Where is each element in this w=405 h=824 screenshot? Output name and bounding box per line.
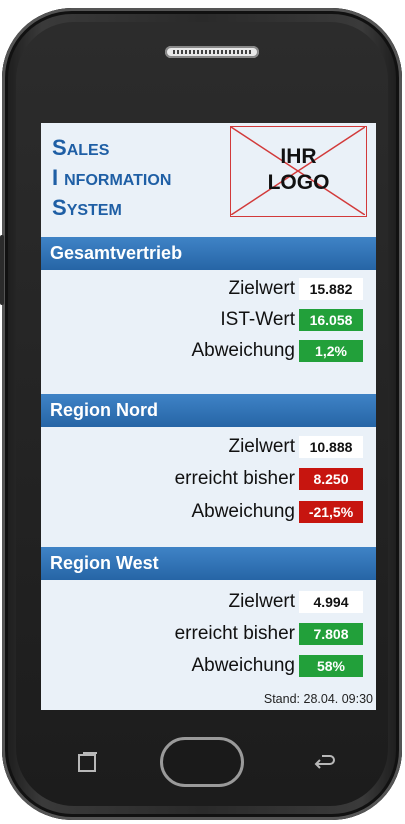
kpi-label: erreicht bisher — [174, 468, 295, 489]
kpi-row: Zielwert 4.994 — [41, 588, 376, 616]
kpi-label: Zielwert — [228, 278, 295, 299]
logo-line-2: LOGO — [267, 171, 330, 194]
kpi-label: Zielwert — [228, 591, 295, 612]
kpi-value: 58% — [299, 655, 363, 677]
section-header-region-nord: Region Nord — [41, 394, 376, 427]
app-header: SALES I NFORMATION SYSTEM IHR LOGO — [41, 123, 376, 226]
kpi-label: Abweichung — [191, 655, 295, 676]
kpi-row: Abweichung 1,2% — [41, 337, 376, 365]
kpi-value: 16.058 — [299, 309, 363, 331]
kpi-row: Zielwert 10.888 — [41, 433, 376, 461]
kpi-label: Abweichung — [191, 501, 295, 522]
recent-apps-icon[interactable] — [76, 752, 100, 774]
kpi-row: Abweichung 58% — [41, 652, 376, 680]
kpi-value: 10.888 — [299, 436, 363, 458]
brand-initial: S — [52, 195, 67, 220]
brand-initial: I — [52, 165, 59, 190]
side-button[interactable] — [0, 235, 4, 305]
kpi-label: IST-Wert — [220, 309, 295, 330]
kpi-value: -21,5% — [299, 501, 363, 523]
logo-text: IHR LOGO — [231, 144, 366, 196]
app-screen: SALES I NFORMATION SYSTEM IHR LOGO Gesamt… — [41, 123, 376, 710]
speaker-grille — [165, 46, 259, 58]
kpi-label: erreicht bisher — [174, 623, 295, 644]
app-brand: SALES I NFORMATION SYSTEM — [52, 133, 171, 223]
kpi-row: Abweichung -21,5% — [41, 498, 376, 526]
brand-rest: YSTEM — [66, 202, 122, 219]
logo-placeholder: IHR LOGO — [230, 126, 367, 217]
kpi-value: 8.250 — [299, 468, 363, 490]
section-header-region-west: Region West — [41, 547, 376, 580]
back-icon[interactable] — [312, 752, 336, 774]
kpi-value: 1,2% — [299, 340, 363, 362]
kpi-value: 7.808 — [299, 623, 363, 645]
logo-line-1: IHR — [280, 145, 317, 168]
kpi-label: Zielwert — [228, 436, 295, 457]
kpi-row: Zielwert 15.882 — [41, 275, 376, 303]
kpi-row: IST-Wert 16.058 — [41, 306, 376, 334]
brand-rest: NFORMATION — [64, 172, 172, 189]
kpi-value: 4.994 — [299, 591, 363, 613]
kpi-label: Abweichung — [191, 340, 295, 361]
last-updated-timestamp: Stand: 28.04. 09:30 — [263, 692, 373, 706]
kpi-row: erreicht bisher 7.808 — [41, 620, 376, 648]
kpi-row: erreicht bisher 8.250 — [41, 465, 376, 493]
brand-rest: ALES — [66, 142, 110, 159]
home-button[interactable] — [160, 737, 244, 787]
kpi-value: 15.882 — [299, 278, 363, 300]
section-header-gesamtvertrieb: Gesamtvertrieb — [41, 237, 376, 270]
brand-initial: S — [52, 135, 67, 160]
